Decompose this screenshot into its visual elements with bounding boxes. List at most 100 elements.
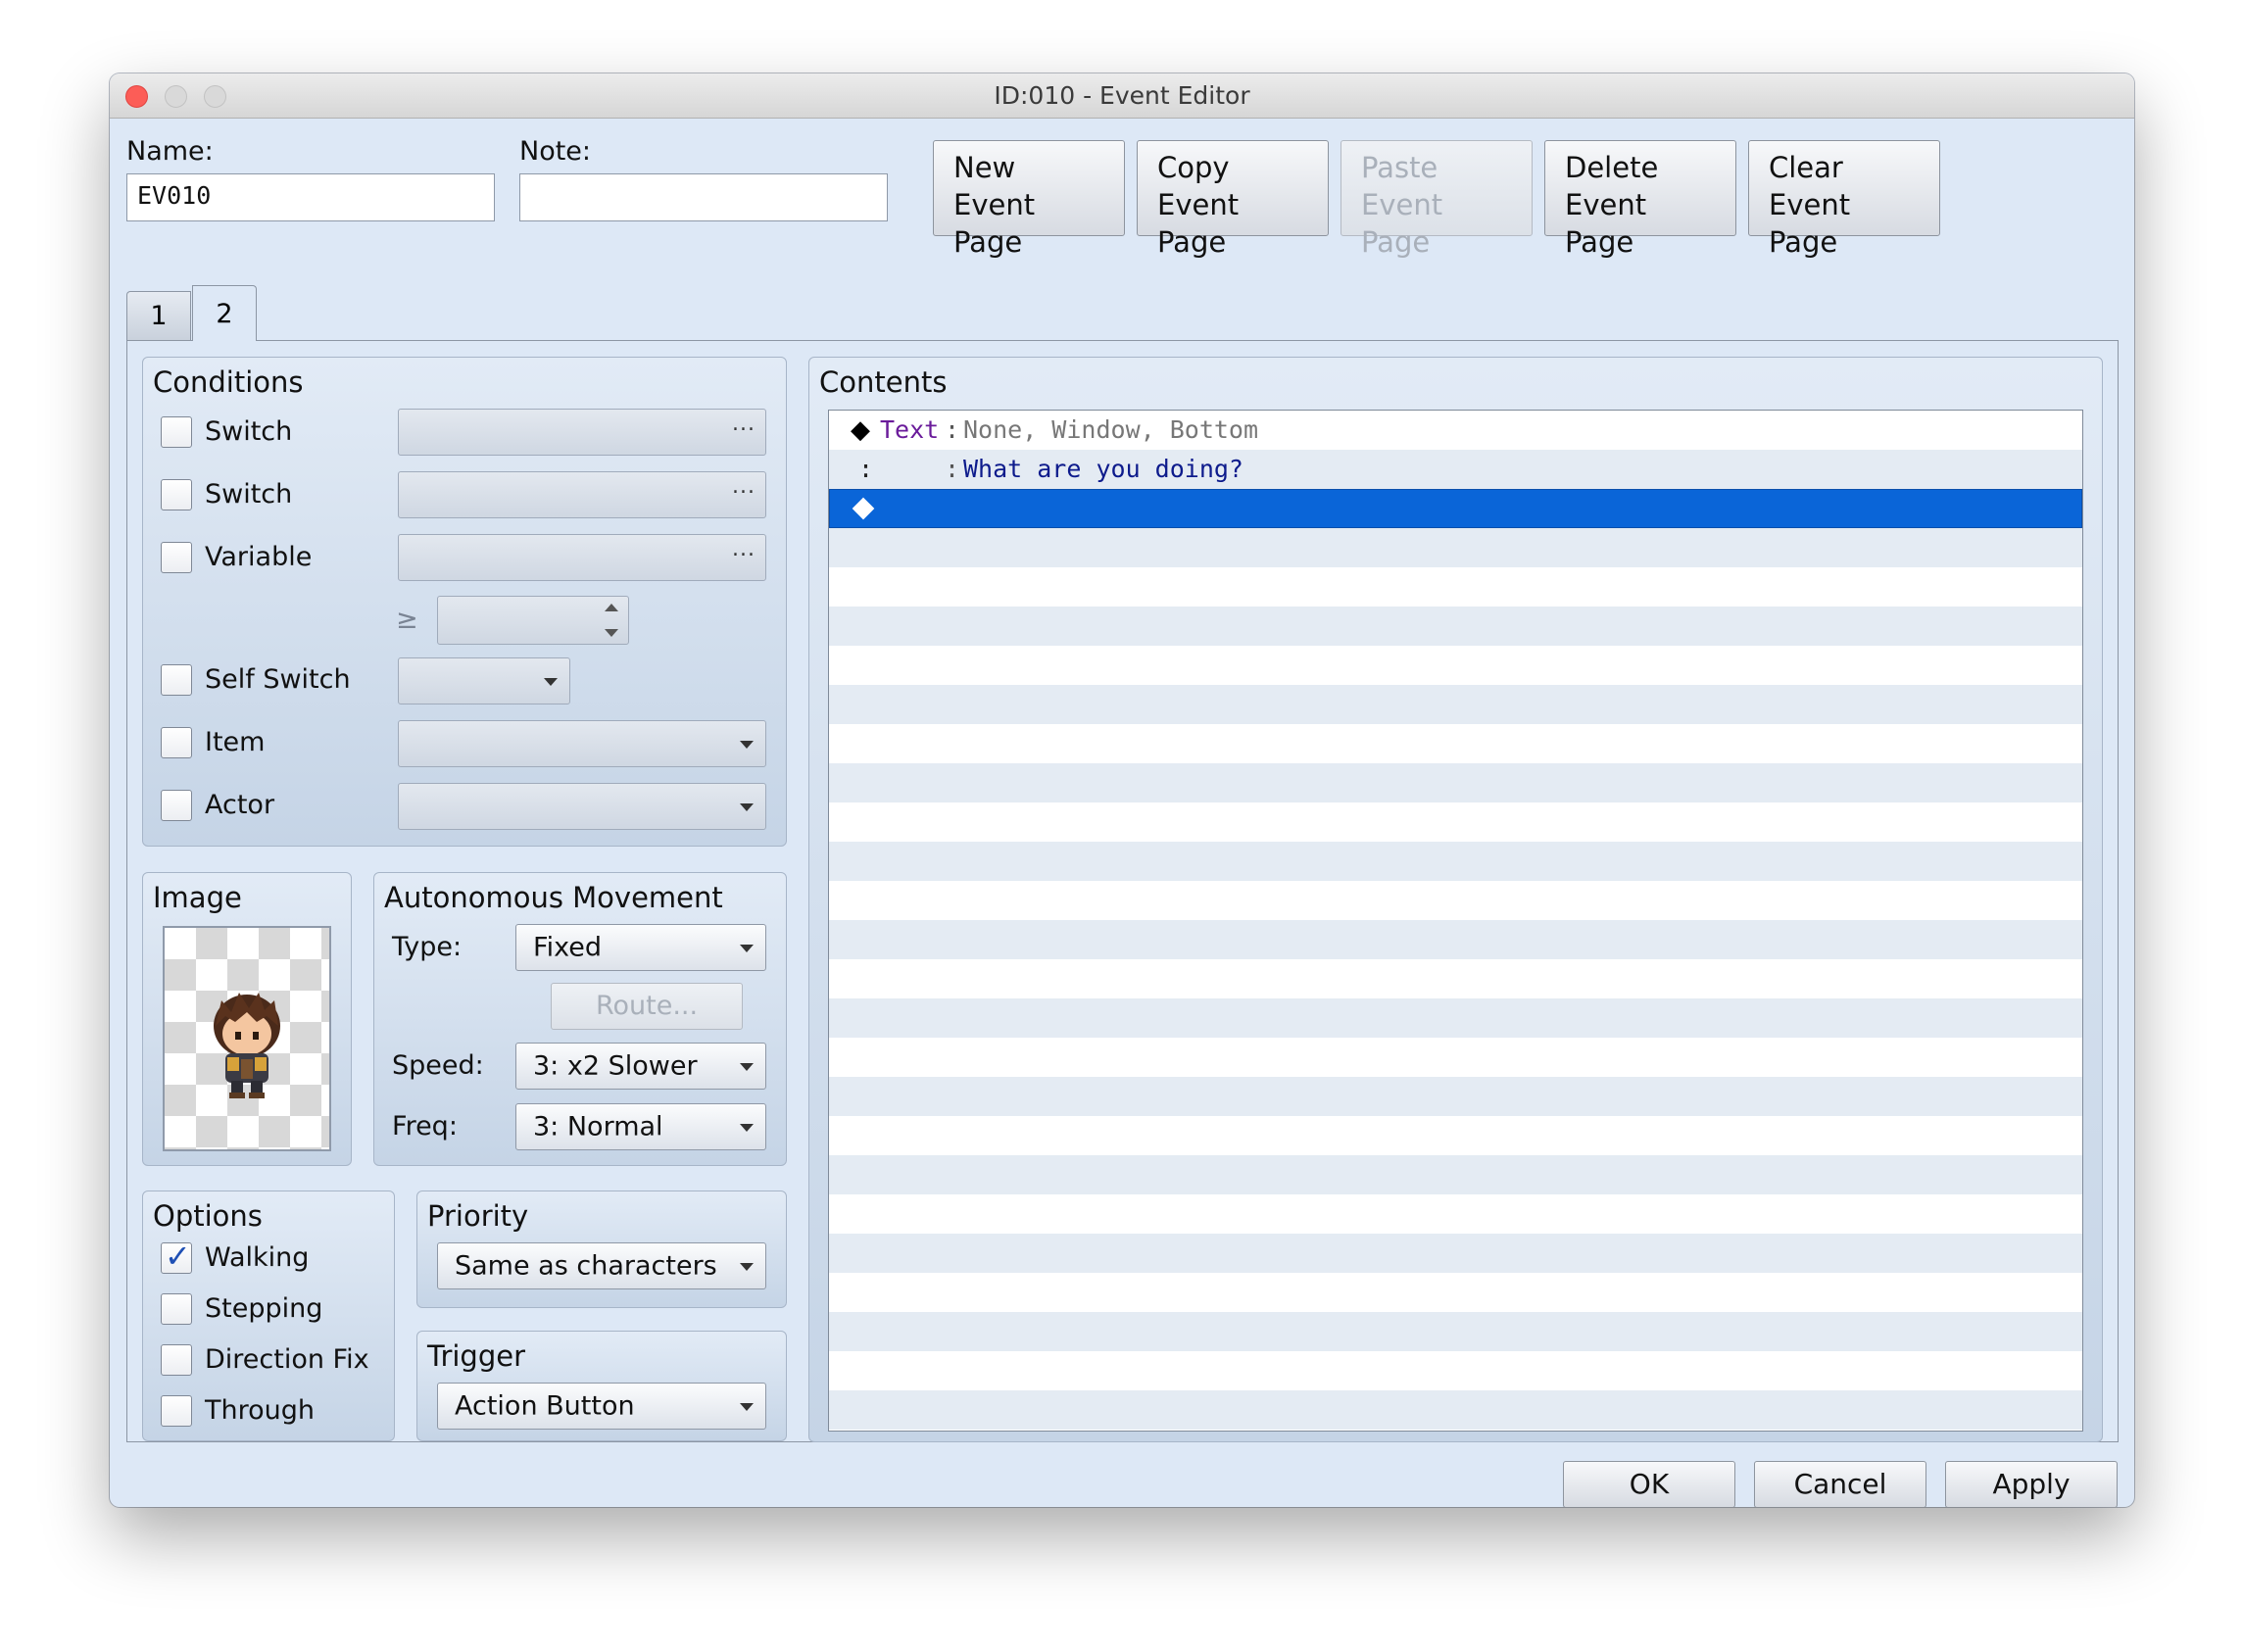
tab-page-2[interactable]: 2 (192, 285, 257, 341)
event-command-list[interactable]: ◆ Text : None, Window, Bottom : : What a… (828, 410, 2083, 1432)
list-item[interactable]: ◆ Text : None, Window, Bottom (829, 411, 2082, 450)
clear-event-page-button[interactable]: Clear Event Page (1748, 140, 1940, 259)
switch1-checkbox[interactable] (161, 416, 192, 448)
chevron-down-icon (740, 1403, 754, 1411)
note-label: Note: (519, 136, 592, 167)
through-label: Through (205, 1395, 315, 1426)
spin-down-icon[interactable] (605, 629, 618, 637)
route-button[interactable]: Route... (551, 983, 743, 1030)
actor-label: Actor (205, 790, 275, 820)
cancel-button[interactable]: Cancel (1754, 1461, 1926, 1507)
variable-checkbox[interactable] (161, 542, 192, 573)
trigger-panel: Trigger Action Button (416, 1331, 787, 1441)
ellipsis-icon: ... (732, 474, 755, 499)
switch1-selector[interactable]: ... (398, 409, 766, 456)
greater-equal-sign: ≥ (396, 605, 418, 635)
command-args: None, Window, Bottom (963, 415, 1259, 444)
character-sprite-icon (214, 993, 280, 1098)
chevron-down-icon (740, 1063, 754, 1071)
ellipsis-icon: ... (732, 412, 755, 436)
variable-value-spinner[interactable] (437, 596, 629, 645)
priority-dropdown[interactable]: Same as characters (437, 1242, 766, 1289)
ok-button[interactable]: OK (1563, 1461, 1735, 1507)
self-switch-checkbox[interactable] (161, 664, 192, 696)
movement-freq-dropdown[interactable]: 3: Normal (515, 1103, 766, 1150)
button-line1: Copy (1157, 151, 1230, 184)
editor-body: Name: EV010 Note: New Event Page Copy Ev… (110, 119, 2134, 1507)
movement-speed-dropdown[interactable]: 3: x2 Slower (515, 1043, 766, 1090)
sprite-preview[interactable] (163, 926, 331, 1151)
through-checkbox[interactable] (161, 1395, 192, 1427)
button-line1: New (953, 151, 1016, 184)
tab-page-1[interactable]: 1 (126, 291, 191, 340)
contents-title: Contents (819, 365, 948, 399)
diamond-marker-icon (852, 497, 875, 520)
continuation-marker: : (858, 455, 874, 483)
button-line2: Event Page (1769, 188, 1851, 259)
message-text: What are you doing? (963, 455, 1243, 483)
type-label: Type: (392, 932, 463, 962)
item-label: Item (205, 727, 266, 757)
button-line2: Event Page (1565, 188, 1647, 259)
conditions-title: Conditions (153, 365, 304, 399)
command-name: Text (880, 415, 940, 444)
switch2-checkbox[interactable] (161, 479, 192, 510)
direction-fix-label: Direction Fix (205, 1344, 369, 1375)
trigger-title: Trigger (427, 1339, 526, 1373)
new-event-page-button[interactable]: New Event Page (933, 140, 1125, 259)
list-item-selected[interactable] (829, 489, 2082, 528)
priority-title: Priority (427, 1199, 529, 1233)
movement-speed-value: 3: x2 Slower (533, 1050, 698, 1082)
movement-type-dropdown[interactable]: Fixed (515, 924, 766, 971)
delete-event-page-button[interactable]: Delete Event Page (1544, 140, 1736, 259)
options-panel: Options ✓ Walking Stepping Direction Fix… (142, 1190, 395, 1441)
switch2-selector[interactable]: ... (398, 471, 766, 518)
actor-dropdown[interactable] (398, 783, 766, 830)
item-dropdown[interactable] (398, 720, 766, 767)
button-line2: Event Page (953, 188, 1036, 259)
chevron-down-icon (740, 741, 754, 749)
checkmark-icon: ✓ (165, 1238, 191, 1275)
self-switch-dropdown[interactable] (398, 657, 570, 705)
switch2-label: Switch (205, 479, 293, 510)
stepping-label: Stepping (205, 1293, 323, 1324)
image-panel: Image (142, 872, 352, 1166)
image-title: Image (153, 881, 242, 914)
button-line2: Event Page (1361, 188, 1443, 259)
command-marker-icon: ◆ (851, 415, 870, 445)
walking-label: Walking (205, 1242, 310, 1273)
copy-event-page-button[interactable]: Copy Event Page (1137, 140, 1329, 259)
autonomous-movement-title: Autonomous Movement (384, 881, 723, 914)
title-bar: ID:010 - Event Editor (110, 73, 2134, 119)
variable-label: Variable (205, 542, 313, 572)
window-title: ID:010 - Event Editor (994, 81, 1250, 110)
paste-event-page-button[interactable]: Paste Event Page (1340, 140, 1533, 259)
walking-checkbox[interactable]: ✓ (161, 1238, 192, 1275)
name-field[interactable]: EV010 (126, 173, 495, 221)
note-field[interactable] (519, 173, 888, 221)
name-label: Name: (126, 136, 214, 167)
conditions-panel: Conditions Switch ... Switch ... Variabl… (142, 357, 787, 847)
movement-type-value: Fixed (533, 932, 602, 963)
variable-selector[interactable]: ... (398, 534, 766, 581)
spin-up-icon[interactable] (605, 604, 618, 611)
chevron-down-icon (544, 678, 558, 686)
list-item[interactable]: : : What are you doing? (829, 450, 2082, 489)
command-separator: : (945, 455, 960, 483)
switch1-label: Switch (205, 416, 293, 447)
trigger-dropdown[interactable]: Action Button (437, 1383, 766, 1430)
button-line2: Event Page (1157, 188, 1240, 259)
stepping-checkbox[interactable] (161, 1293, 192, 1325)
chevron-down-icon (740, 945, 754, 952)
chevron-down-icon (740, 803, 754, 811)
actor-checkbox[interactable] (161, 790, 192, 821)
chevron-down-icon (740, 1124, 754, 1132)
freq-label: Freq: (392, 1111, 458, 1142)
direction-fix-checkbox[interactable] (161, 1344, 192, 1376)
chevron-down-icon (740, 1263, 754, 1271)
command-separator: : (945, 415, 960, 444)
button-line1: Paste (1361, 151, 1438, 184)
item-checkbox[interactable] (161, 727, 192, 758)
apply-button[interactable]: Apply (1945, 1461, 2118, 1507)
priority-value: Same as characters (455, 1250, 717, 1282)
